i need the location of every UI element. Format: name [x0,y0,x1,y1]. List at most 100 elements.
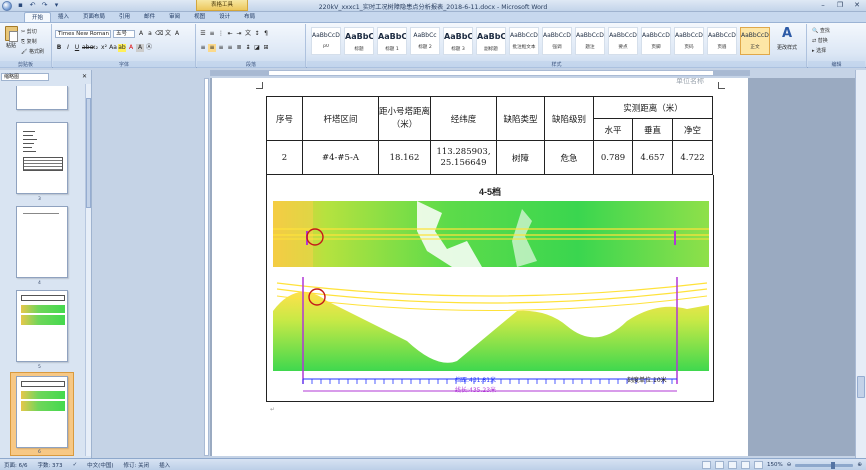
style-14[interactable]: AaBbCcDc 正文 [740,27,770,55]
page-thumbnail-4[interactable] [16,206,68,278]
zoom-slider-handle[interactable] [831,461,836,469]
replace-button[interactable]: ⇄ 替换 [812,37,828,44]
horizontal-ruler[interactable] [210,70,750,76]
tab-references[interactable]: 引用 [112,12,137,22]
maximize-icon[interactable]: ❐ [833,1,847,10]
cut-button[interactable]: ✂ 剪切 [21,28,37,35]
bold-icon[interactable]: B [55,44,63,52]
zoom-in-icon[interactable]: ⊕ [857,462,862,468]
decrease-indent-icon[interactable]: ⇤ [226,30,234,38]
nav-view-select[interactable]: 缩略图 [1,73,49,81]
style-8[interactable]: AaBbCcDc 强调 [542,27,572,55]
pointcloud-figure[interactable]: 4-5档 档距:431.81米 线长:435.23米 刻度单位:10米 [266,175,714,402]
style-1[interactable]: AaBbCcDc p0 [311,27,341,55]
underline-icon[interactable]: U [73,44,81,52]
increase-indent-icon[interactable]: ⇥ [235,30,243,38]
zoom-level[interactable]: 150% [767,462,783,468]
cell-horizontal[interactable]: 0.789 [593,140,633,175]
minimize-icon[interactable]: – [816,1,830,10]
select-button[interactable]: ▸ 选择 [812,47,826,54]
font-color-icon[interactable]: A [127,44,135,52]
paste-button[interactable]: 粘贴 [3,26,19,56]
cell-defect-level[interactable]: 危急 [544,140,594,175]
vertical-scrollbar[interactable] [855,70,866,458]
defect-table[interactable]: 序号 杆塔区间 距小号塔距离（米） 经纬度 缺陷类型 缺陷级别 实测距离（米） … [266,96,713,175]
change-styles-button[interactable]: A 更改样式 [772,26,802,51]
tab-design[interactable]: 设计 [212,12,237,22]
zoom-slider[interactable] [795,461,854,469]
style-11[interactable]: AaBbCcDdE 页脚 [641,27,671,55]
borders-icon[interactable]: ⊞ [262,44,270,52]
cell-defect-type[interactable]: 树障 [496,140,545,175]
font-name-combo[interactable]: Times New Roman [55,30,111,38]
status-words[interactable]: 字数: 373 [37,461,62,469]
style-10[interactable]: AaBbCcD 要点 [608,27,638,55]
status-insert[interactable]: 插入 [159,461,170,469]
tab-mailings[interactable]: 邮件 [137,12,162,22]
enclose-char-icon[interactable]: Ⓐ [145,44,153,52]
highlight-icon[interactable]: ab [118,44,126,52]
show-marks-icon[interactable]: ¶ [262,30,270,38]
shading-icon[interactable]: ◪ [253,44,261,52]
style-3[interactable]: AaBbCc 标题 1 [377,27,407,55]
tab-insert[interactable]: 插入 [51,12,76,22]
line-spacing-icon[interactable]: ↨ [244,44,252,52]
page-thumbnail-2[interactable] [16,86,68,110]
status-proofing-icon[interactable]: ✓ [73,462,78,468]
print-layout-view-icon[interactable] [702,461,712,469]
vertical-ruler[interactable] [204,78,209,456]
cell-vertical[interactable]: 4.657 [632,140,673,175]
page-thumbnail-5[interactable] [16,290,68,362]
cell-clearance[interactable]: 4.722 [672,140,713,175]
bullets-icon[interactable]: ☰ [199,30,207,38]
clear-format-icon[interactable]: ⌫ [155,30,163,38]
status-page[interactable]: 页面: 6/6 [4,461,27,469]
tab-view[interactable]: 视图 [187,12,212,22]
strikethrough-icon[interactable]: abe [82,44,93,52]
draft-view-icon[interactable] [754,461,764,469]
align-center-icon[interactable]: ≡ [208,44,216,52]
font-size-combo[interactable]: 五号 [113,30,135,38]
tab-home[interactable]: 开始 [24,12,52,22]
outline-view-icon[interactable] [741,461,751,469]
tab-review[interactable]: 审阅 [162,12,187,22]
distribute-icon[interactable]: ≣ [235,44,243,52]
cell-dist-small[interactable]: 18.162 [378,140,431,175]
status-language[interactable]: 中文(中国) [87,461,113,469]
nav-scroll-thumb[interactable] [86,98,91,208]
justify-icon[interactable]: ≡ [226,44,234,52]
chinese-layout-icon[interactable]: 文 [244,30,252,38]
phonetic-icon[interactable]: 文 [164,30,172,38]
subscript-icon[interactable]: x₂ [91,44,99,52]
superscript-icon[interactable]: x² [100,44,108,52]
document-page[interactable]: 单位名称 序号 杆塔区间 距小号塔距离（米） 经纬度 缺陷类型 缺陷级别 实测距… [212,78,748,456]
style-9[interactable]: AaBbCcDd 题注 [575,27,605,55]
close-icon[interactable]: ✕ [850,1,864,10]
change-case-icon[interactable]: Aa [109,44,117,52]
align-right-icon[interactable]: ≡ [217,44,225,52]
style-7[interactable]: AaBbCcDd 批注框文本 [509,27,539,55]
char-shading-icon[interactable]: A [136,44,144,52]
style-5[interactable]: AaBbC 标题 3 [443,27,473,55]
zoom-out-icon[interactable]: ⊖ [787,462,792,468]
align-left-icon[interactable]: ≡ [199,44,207,52]
tab-layout[interactable]: 布局 [237,12,262,22]
scroll-thumb[interactable] [857,376,865,398]
style-4[interactable]: AaBbCc 标题 2 [410,27,440,55]
char-border-icon[interactable]: A [173,30,181,38]
tab-page-layout[interactable]: 页面布局 [76,12,112,22]
nav-scrollbar[interactable] [85,84,91,456]
style-2[interactable]: AaBbC 标题 [344,27,374,55]
style-12[interactable]: AaBbCcDd 页码 [674,27,704,55]
status-revision[interactable]: 修订: 关闭 [123,461,149,469]
cell-section[interactable]: #4-#5-A [302,140,379,175]
copy-button[interactable]: ⎘ 复制 [21,38,37,45]
nav-close-icon[interactable]: ✕ [82,73,87,80]
italic-icon[interactable]: I [64,44,72,52]
style-6[interactable]: AaBbC 副标题 [476,27,506,55]
shrink-font-icon[interactable]: a [146,30,154,38]
full-screen-view-icon[interactable] [715,461,725,469]
web-layout-view-icon[interactable] [728,461,738,469]
cell-lonlat[interactable]: 113.285903, 25.156649 [430,140,497,175]
page-thumbnail-6[interactable] [16,376,68,448]
